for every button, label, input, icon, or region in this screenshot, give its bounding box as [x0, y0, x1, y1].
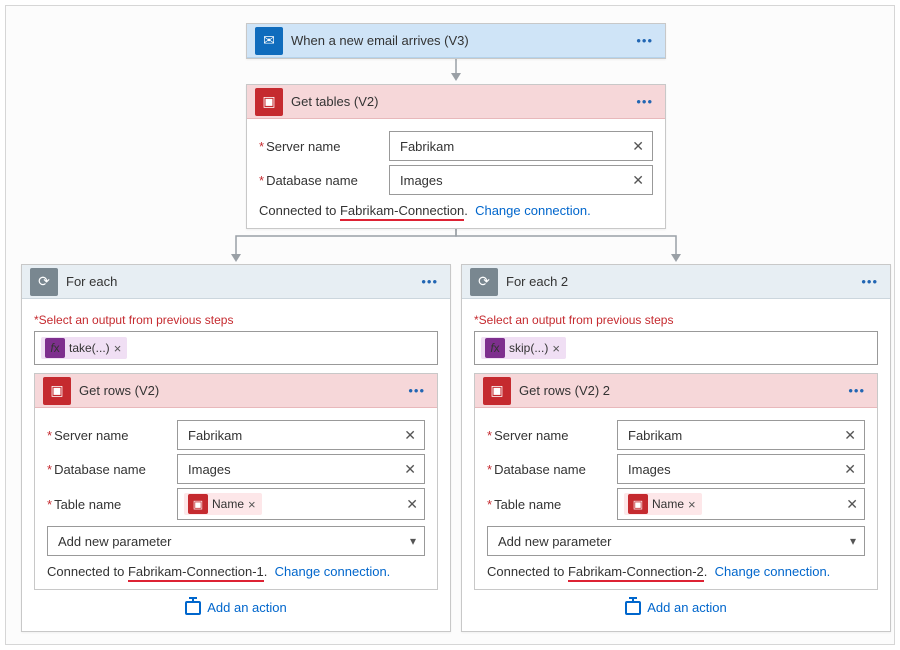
- server-label: Server name: [487, 428, 617, 443]
- foreach1-title: For each: [66, 274, 417, 289]
- loop-icon: ⟳: [30, 268, 58, 296]
- change-connection-link[interactable]: Change connection.: [715, 564, 831, 579]
- connection-name: Fabrikam-Connection-2: [568, 564, 704, 582]
- table-input[interactable]: ▣ Name × ✕: [177, 488, 425, 520]
- chevron-down-icon: ▾: [410, 534, 416, 548]
- connection-name: Fabrikam-Connection: [340, 203, 464, 221]
- get-rows-card[interactable]: ▣ Get rows (V2) 2 ••• Server name Fabrik…: [474, 373, 878, 590]
- select-output-input[interactable]: fx skip(...) ×: [474, 331, 878, 365]
- fx-icon: fx: [45, 338, 65, 358]
- card-menu[interactable]: •••: [632, 33, 657, 48]
- add-action-button[interactable]: Add an action: [34, 590, 438, 621]
- add-action-icon: [185, 601, 201, 615]
- connection-info: Connected to Fabrikam-Connection-1. Chan…: [47, 564, 425, 579]
- server-input[interactable]: Fabrikam ✕: [617, 420, 865, 450]
- change-connection-link[interactable]: Change connection.: [475, 203, 591, 218]
- database-input[interactable]: Images ✕: [617, 454, 865, 484]
- table-token[interactable]: ▣ Name ×: [184, 493, 262, 515]
- fx-icon: fx: [485, 338, 505, 358]
- database-input[interactable]: Images ✕: [389, 165, 653, 195]
- add-action-button[interactable]: Add an action: [474, 590, 878, 621]
- sql-icon: ▣: [188, 494, 208, 514]
- foreach1-card[interactable]: ⟳ For each ••• *Select an output from pr…: [21, 264, 451, 632]
- database-input[interactable]: Images ✕: [177, 454, 425, 484]
- designer-canvas: ✉ When a new email arrives (V3) ••• ▣ Ge…: [5, 5, 895, 645]
- clear-icon[interactable]: ✕: [844, 461, 856, 478]
- add-parameter-dropdown[interactable]: Add new parameter ▾: [47, 526, 425, 556]
- card-menu[interactable]: •••: [404, 383, 429, 398]
- sql-icon: ▣: [43, 377, 71, 405]
- get-rows-title: Get rows (V2) 2: [519, 383, 844, 398]
- select-output-label: Select an output from previous steps: [479, 313, 674, 327]
- trigger-title: When a new email arrives (V3): [291, 33, 632, 48]
- connection-name: Fabrikam-Connection-1: [128, 564, 264, 582]
- get-tables-card[interactable]: ▣ Get tables (V2) ••• Server name Fabrik…: [246, 84, 666, 229]
- change-connection-link[interactable]: Change connection.: [275, 564, 391, 579]
- add-action-icon: [625, 601, 641, 615]
- database-label: Database name: [487, 462, 617, 477]
- database-label: Database name: [259, 173, 389, 188]
- connection-info: Connected to Fabrikam-Connection-2. Chan…: [487, 564, 865, 579]
- trigger-card[interactable]: ✉ When a new email arrives (V3) •••: [246, 23, 666, 59]
- chevron-down-icon: ▾: [850, 534, 856, 548]
- token-remove-icon[interactable]: ×: [688, 497, 696, 512]
- token-remove-icon[interactable]: ×: [114, 341, 122, 356]
- card-menu[interactable]: •••: [632, 94, 657, 109]
- server-input[interactable]: Fabrikam ✕: [389, 131, 653, 161]
- clear-icon[interactable]: ✕: [406, 496, 418, 513]
- clear-icon[interactable]: ✕: [632, 172, 644, 189]
- fx-token[interactable]: fx skip(...) ×: [481, 337, 566, 359]
- database-label: Database name: [47, 462, 177, 477]
- token-remove-icon[interactable]: ×: [552, 341, 560, 356]
- outlook-icon: ✉: [255, 27, 283, 55]
- connection-info: Connected to Fabrikam-Connection. Change…: [259, 203, 653, 218]
- sql-icon: ▣: [483, 377, 511, 405]
- card-menu[interactable]: •••: [417, 274, 442, 289]
- token-remove-icon[interactable]: ×: [248, 497, 256, 512]
- clear-icon[interactable]: ✕: [404, 461, 416, 478]
- foreach2-card[interactable]: ⟳ For each 2 ••• *Select an output from …: [461, 264, 891, 632]
- clear-icon[interactable]: ✕: [404, 427, 416, 444]
- get-rows-card[interactable]: ▣ Get rows (V2) ••• Server name Fabrikam…: [34, 373, 438, 590]
- server-label: Server name: [47, 428, 177, 443]
- server-label: Server name: [259, 139, 389, 154]
- get-rows-title: Get rows (V2): [79, 383, 404, 398]
- sql-icon: ▣: [255, 88, 283, 116]
- get-tables-title: Get tables (V2): [291, 94, 632, 109]
- server-input[interactable]: Fabrikam ✕: [177, 420, 425, 450]
- table-label: Table name: [47, 497, 177, 512]
- card-menu[interactable]: •••: [844, 383, 869, 398]
- card-menu[interactable]: •••: [857, 274, 882, 289]
- fx-token[interactable]: fx take(...) ×: [41, 337, 127, 359]
- clear-icon[interactable]: ✕: [632, 138, 644, 155]
- select-output-input[interactable]: fx take(...) ×: [34, 331, 438, 365]
- foreach2-title: For each 2: [506, 274, 857, 289]
- clear-icon[interactable]: ✕: [846, 496, 858, 513]
- select-output-label: Select an output from previous steps: [39, 313, 234, 327]
- add-parameter-dropdown[interactable]: Add new parameter ▾: [487, 526, 865, 556]
- table-label: Table name: [487, 497, 617, 512]
- loop-icon: ⟳: [470, 268, 498, 296]
- table-token[interactable]: ▣ Name ×: [624, 493, 702, 515]
- table-input[interactable]: ▣ Name × ✕: [617, 488, 865, 520]
- sql-icon: ▣: [628, 494, 648, 514]
- clear-icon[interactable]: ✕: [844, 427, 856, 444]
